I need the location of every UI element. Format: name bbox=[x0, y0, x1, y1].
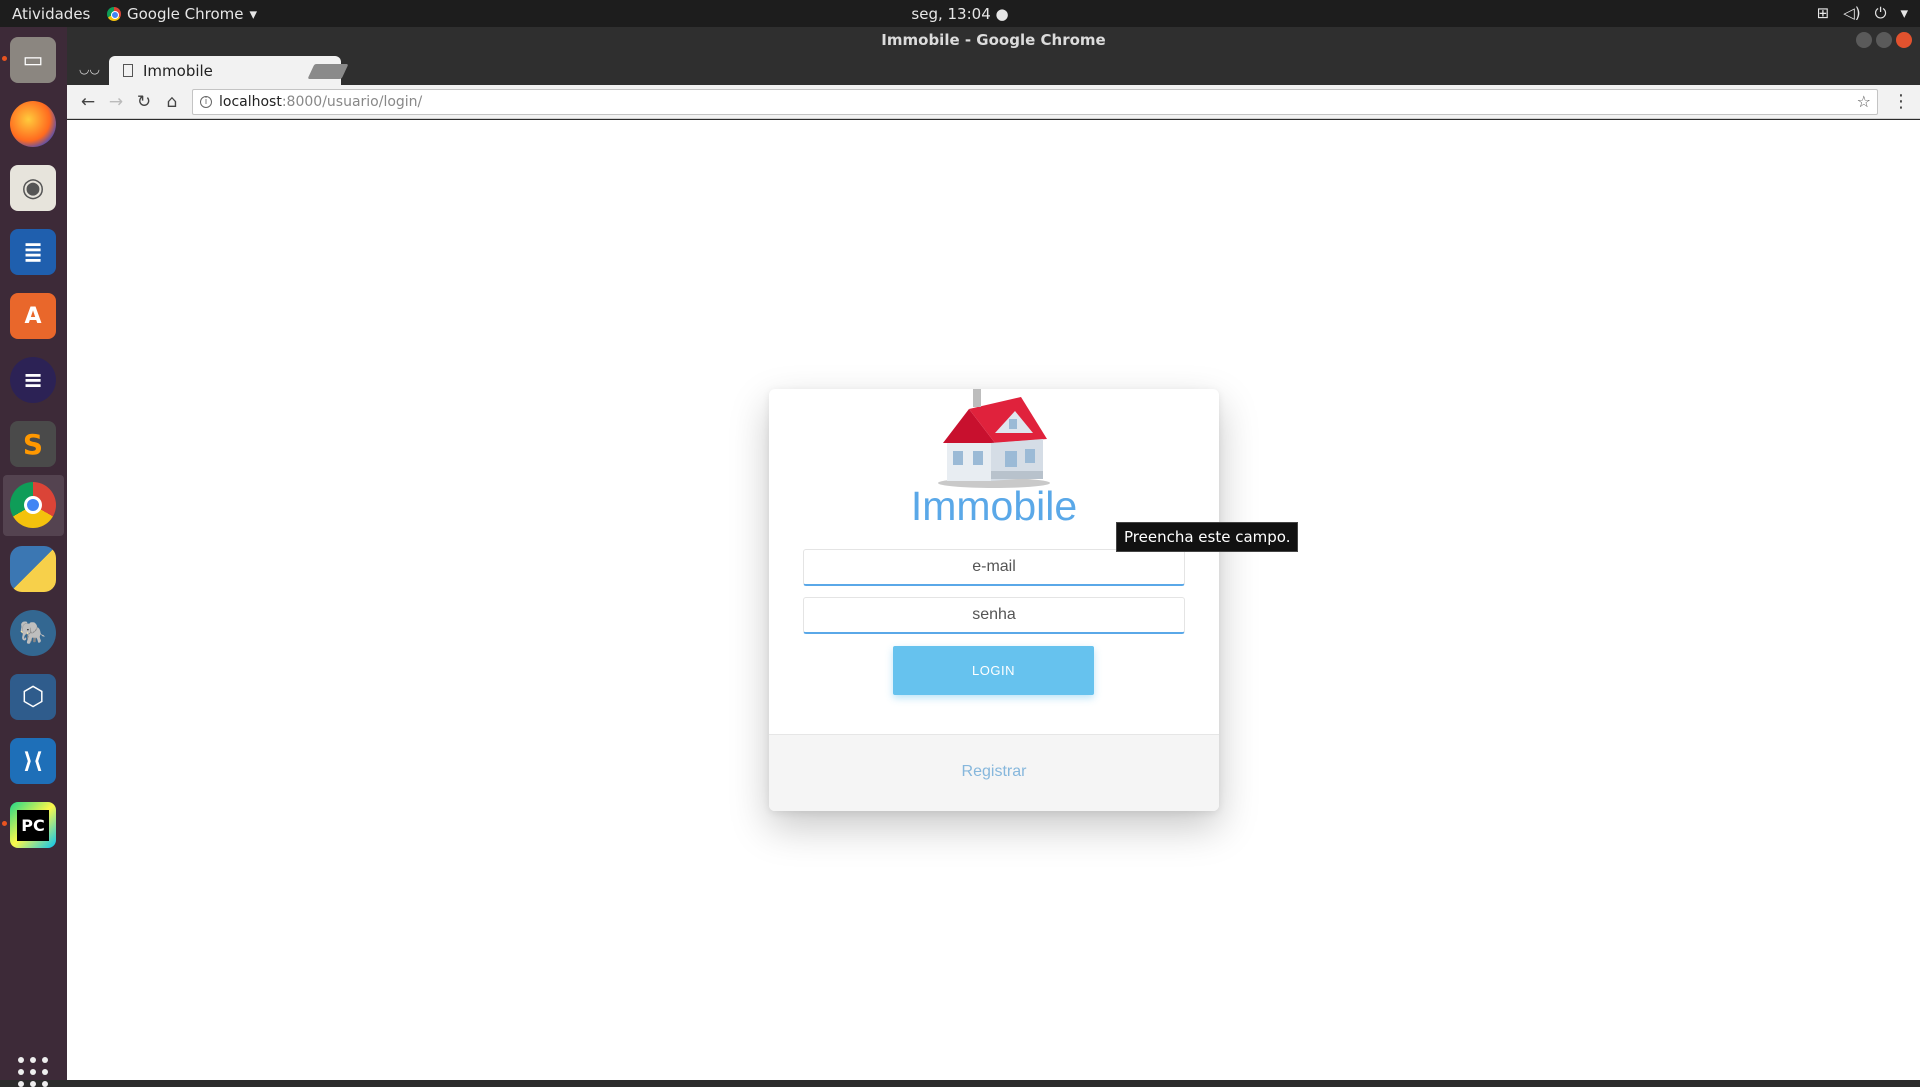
power-icon: ⏻ bbox=[1874, 4, 1887, 22]
chrome-menu-icon[interactable]: ⋮ bbox=[1892, 91, 1910, 112]
show-applications-icon[interactable] bbox=[18, 1057, 48, 1087]
running-indicator bbox=[2, 56, 7, 61]
address-bar[interactable]: i localhost:8000/usuario/login/ ☆ bbox=[192, 89, 1878, 115]
bookmark-star-icon[interactable]: ☆ bbox=[1857, 90, 1871, 114]
volume-icon: ◁) bbox=[1843, 4, 1861, 22]
sublime-icon[interactable]: S bbox=[10, 421, 56, 467]
forward-icon[interactable]: → bbox=[105, 91, 127, 113]
tab-immobile[interactable]: Immobile ✕ bbox=[109, 56, 341, 85]
email-field[interactable] bbox=[803, 549, 1185, 586]
url-host: localhost bbox=[219, 94, 282, 110]
chrome-icon[interactable] bbox=[10, 482, 56, 528]
eclipse-icon[interactable]: ≡ bbox=[10, 357, 56, 403]
browser-toolbar: ← → ↻ ⌂ i localhost:8000/usuario/login/ … bbox=[67, 85, 1920, 119]
reload-icon[interactable]: ↻ bbox=[133, 91, 155, 113]
info-icon[interactable]: i bbox=[200, 96, 212, 108]
window-title: Immobile - Google Chrome bbox=[67, 27, 1920, 54]
page-content: Immobile LOGIN Registrar bbox=[67, 120, 1920, 1080]
clock[interactable]: seg, 13:04 ● bbox=[0, 5, 1920, 23]
ubuntu-dock: ▭ ◉ ≣ A ≡ S 🐘 ⬡ ⟩⟨ PC bbox=[0, 27, 67, 1087]
firefox-icon[interactable] bbox=[10, 101, 56, 147]
login-card: Immobile LOGIN Registrar bbox=[769, 389, 1219, 811]
card-footer: Registrar bbox=[769, 734, 1219, 811]
vscode-icon[interactable]: ⟩⟨ bbox=[10, 738, 56, 784]
network-icon: ⊞ bbox=[1816, 4, 1830, 22]
pycharm-icon[interactable]: PC bbox=[10, 802, 56, 848]
running-indicator bbox=[2, 821, 7, 826]
writer-icon[interactable]: ≣ bbox=[10, 229, 56, 275]
incognito-icon: ◡◡ bbox=[79, 62, 100, 76]
home-icon[interactable]: ⌂ bbox=[161, 91, 183, 113]
rhythmbox-icon[interactable]: ◉ bbox=[10, 165, 56, 211]
files-icon[interactable]: ▭ bbox=[10, 37, 56, 83]
software-center-icon[interactable]: A bbox=[10, 293, 56, 339]
virtualbox-icon[interactable]: ⬡ bbox=[10, 674, 56, 720]
system-tray[interactable]: ⊞ ◁) ⏻ ▾ bbox=[1817, 4, 1908, 22]
postgres-icon[interactable]: 🐘 bbox=[10, 610, 56, 656]
python-icon[interactable] bbox=[10, 546, 56, 592]
tab-title: Immobile bbox=[143, 61, 213, 80]
maximize-button[interactable] bbox=[1876, 32, 1892, 48]
validation-tooltip: Preencha este campo. bbox=[1116, 522, 1299, 552]
window-controls bbox=[1856, 32, 1912, 48]
gnome-top-bar: Atividades Google Chrome ▾ seg, 13:04 ● … bbox=[0, 0, 1920, 27]
new-tab-button[interactable] bbox=[307, 64, 349, 79]
login-button[interactable]: LOGIN bbox=[893, 646, 1094, 695]
password-field[interactable] bbox=[803, 597, 1185, 634]
back-icon[interactable]: ← bbox=[77, 91, 99, 113]
chevron-down-icon: ▾ bbox=[1900, 4, 1908, 22]
register-link[interactable]: Registrar bbox=[962, 763, 1027, 780]
minimize-button[interactable] bbox=[1856, 32, 1872, 48]
house-logo bbox=[938, 389, 1050, 488]
url-path: :8000/usuario/login/ bbox=[281, 94, 423, 110]
page-icon bbox=[123, 64, 133, 77]
tab-strip: ◡◡ Immobile ✕ bbox=[67, 54, 1920, 85]
close-window-button[interactable] bbox=[1896, 32, 1912, 48]
